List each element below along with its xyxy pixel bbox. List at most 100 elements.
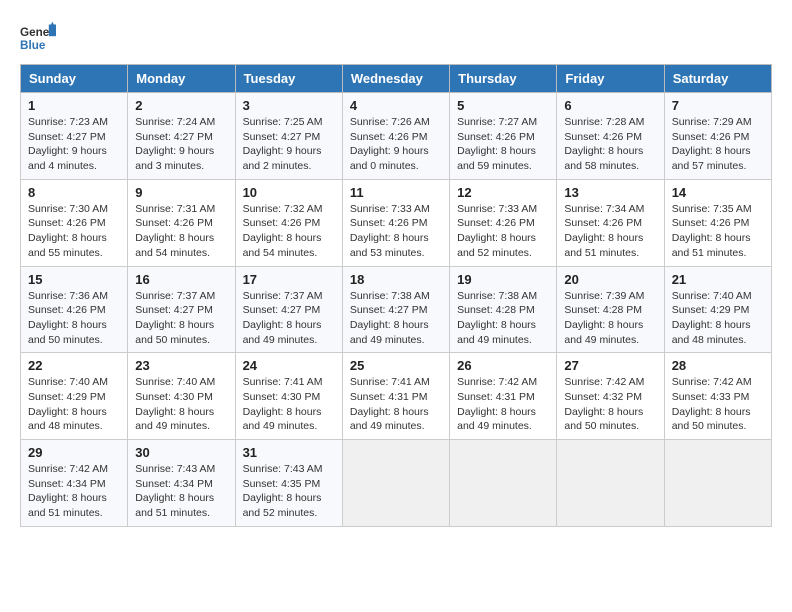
day-number: 12 (457, 185, 549, 200)
day-number: 21 (672, 272, 764, 287)
day-info: Sunrise: 7:30 AMSunset: 4:26 PMDaylight:… (28, 202, 120, 261)
logo-icon: General Blue (20, 20, 56, 56)
day-info: Sunrise: 7:23 AMSunset: 4:27 PMDaylight:… (28, 115, 120, 174)
calendar-cell: 21 Sunrise: 7:40 AMSunset: 4:29 PMDayligh… (664, 266, 771, 353)
calendar-cell: 20Sunrise: 7:39 AMSunset: 4:28 PMDayligh… (557, 266, 664, 353)
day-number: 15 (28, 272, 120, 287)
calendar-cell: 17 Sunrise: 7:37 AMSunset: 4:27 PMDayligh… (235, 266, 342, 353)
day-number: 3 (243, 98, 335, 113)
logo: General Blue (20, 20, 56, 56)
day-info: Sunrise: 7:32 AMSunset: 4:26 PMDaylight:… (243, 202, 335, 261)
calendar-cell: 19 Sunrise: 7:38 AMSunset: 4:28 PMDayligh… (450, 266, 557, 353)
day-number: 6 (564, 98, 656, 113)
calendar-cell: 11Sunrise: 7:33 AMSunset: 4:26 PMDayligh… (342, 179, 449, 266)
day-info: Sunrise: 7:26 AMSunset: 4:26 PMDaylight:… (350, 115, 442, 174)
calendar-cell: 30Sunrise: 7:43 AMSunset: 4:34 PMDayligh… (128, 440, 235, 527)
day-info: Sunrise: 7:38 AMSunset: 4:27 PMDaylight:… (350, 289, 442, 348)
day-info: Sunrise: 7:41 AMSunset: 4:30 PMDaylight:… (243, 375, 335, 434)
calendar-cell: 1 Sunrise: 7:23 AMSunset: 4:27 PMDaylight… (21, 93, 128, 180)
day-number: 20 (564, 272, 656, 287)
page-header: General Blue (20, 20, 772, 56)
day-number: 11 (350, 185, 442, 200)
week-row-4: 22Sunrise: 7:40 AMSunset: 4:29 PMDayligh… (21, 353, 772, 440)
day-number: 10 (243, 185, 335, 200)
calendar-table: SundayMondayTuesdayWednesdayThursdayFrid… (20, 64, 772, 527)
day-info: Sunrise: 7:38 AMSunset: 4:28 PMDaylight:… (457, 289, 549, 348)
calendar-cell (664, 440, 771, 527)
calendar-cell: 27Sunrise: 7:42 AMSunset: 4:32 PMDayligh… (557, 353, 664, 440)
day-number: 28 (672, 358, 764, 373)
col-header-monday: Monday (128, 65, 235, 93)
calendar-cell: 4 Sunrise: 7:26 AMSunset: 4:26 PMDaylight… (342, 93, 449, 180)
day-info: Sunrise: 7:28 AMSunset: 4:26 PMDaylight:… (564, 115, 656, 174)
col-header-sunday: Sunday (21, 65, 128, 93)
calendar-cell: 31Sunrise: 7:43 AMSunset: 4:35 PMDayligh… (235, 440, 342, 527)
day-info: Sunrise: 7:42 AMSunset: 4:31 PMDaylight:… (457, 375, 549, 434)
calendar-cell: 8 Sunrise: 7:30 AMSunset: 4:26 PMDaylight… (21, 179, 128, 266)
calendar-cell: 15 Sunrise: 7:36 AMSunset: 4:26 PMDayligh… (21, 266, 128, 353)
day-info: Sunrise: 7:37 AMSunset: 4:27 PMDaylight:… (135, 289, 227, 348)
day-info: Sunrise: 7:34 AMSunset: 4:26 PMDaylight:… (564, 202, 656, 261)
calendar-cell: 3 Sunrise: 7:25 AMSunset: 4:27 PMDaylight… (235, 93, 342, 180)
day-number: 4 (350, 98, 442, 113)
week-row-5: 29 Sunrise: 7:42 AMSunset: 4:34 PMDayligh… (21, 440, 772, 527)
day-info: Sunrise: 7:37 AMSunset: 4:27 PMDaylight:… (243, 289, 335, 348)
day-number: 2 (135, 98, 227, 113)
day-number: 29 (28, 445, 120, 460)
calendar-cell: 9 Sunrise: 7:31 AMSunset: 4:26 PMDaylight… (128, 179, 235, 266)
day-info: Sunrise: 7:43 AMSunset: 4:35 PMDaylight:… (243, 462, 335, 521)
calendar-cell (342, 440, 449, 527)
day-number: 30 (135, 445, 227, 460)
day-number: 17 (243, 272, 335, 287)
calendar-cell: 7 Sunrise: 7:29 AMSunset: 4:26 PMDaylight… (664, 93, 771, 180)
day-info: Sunrise: 7:41 AMSunset: 4:31 PMDaylight:… (350, 375, 442, 434)
day-number: 18 (350, 272, 442, 287)
calendar-cell: 26 Sunrise: 7:42 AMSunset: 4:31 PMDayligh… (450, 353, 557, 440)
day-info: Sunrise: 7:35 AMSunset: 4:26 PMDaylight:… (672, 202, 764, 261)
day-number: 1 (28, 98, 120, 113)
calendar-cell: 22Sunrise: 7:40 AMSunset: 4:29 PMDayligh… (21, 353, 128, 440)
day-info: Sunrise: 7:29 AMSunset: 4:26 PMDaylight:… (672, 115, 764, 174)
day-number: 13 (564, 185, 656, 200)
day-info: Sunrise: 7:33 AMSunset: 4:26 PMDaylight:… (457, 202, 549, 261)
calendar-cell: 14 Sunrise: 7:35 AMSunset: 4:26 PMDayligh… (664, 179, 771, 266)
day-info: Sunrise: 7:40 AMSunset: 4:29 PMDaylight:… (28, 375, 120, 434)
calendar-cell: 25 Sunrise: 7:41 AMSunset: 4:31 PMDayligh… (342, 353, 449, 440)
calendar-cell (557, 440, 664, 527)
day-info: Sunrise: 7:36 AMSunset: 4:26 PMDaylight:… (28, 289, 120, 348)
day-info: Sunrise: 7:25 AMSunset: 4:27 PMDaylight:… (243, 115, 335, 174)
day-number: 23 (135, 358, 227, 373)
calendar-cell: 10 Sunrise: 7:32 AMSunset: 4:26 PMDayligh… (235, 179, 342, 266)
calendar-cell: 2 Sunrise: 7:24 AMSunset: 4:27 PMDaylight… (128, 93, 235, 180)
day-number: 5 (457, 98, 549, 113)
col-header-tuesday: Tuesday (235, 65, 342, 93)
svg-text:Blue: Blue (20, 39, 46, 52)
col-header-thursday: Thursday (450, 65, 557, 93)
day-info: Sunrise: 7:42 AMSunset: 4:34 PMDaylight:… (28, 462, 120, 521)
week-row-2: 8 Sunrise: 7:30 AMSunset: 4:26 PMDaylight… (21, 179, 772, 266)
day-info: Sunrise: 7:40 AMSunset: 4:30 PMDaylight:… (135, 375, 227, 434)
calendar-cell: 28Sunrise: 7:42 AMSunset: 4:33 PMDayligh… (664, 353, 771, 440)
col-header-wednesday: Wednesday (342, 65, 449, 93)
week-row-1: 1 Sunrise: 7:23 AMSunset: 4:27 PMDaylight… (21, 93, 772, 180)
day-number: 8 (28, 185, 120, 200)
day-number: 19 (457, 272, 549, 287)
col-header-friday: Friday (557, 65, 664, 93)
day-number: 7 (672, 98, 764, 113)
calendar-cell: 5 Sunrise: 7:27 AMSunset: 4:26 PMDaylight… (450, 93, 557, 180)
calendar-cell: 16 Sunrise: 7:37 AMSunset: 4:27 PMDayligh… (128, 266, 235, 353)
day-number: 26 (457, 358, 549, 373)
day-number: 9 (135, 185, 227, 200)
calendar-cell: 18 Sunrise: 7:38 AMSunset: 4:27 PMDayligh… (342, 266, 449, 353)
day-number: 14 (672, 185, 764, 200)
day-number: 25 (350, 358, 442, 373)
day-number: 16 (135, 272, 227, 287)
col-header-saturday: Saturday (664, 65, 771, 93)
day-info: Sunrise: 7:24 AMSunset: 4:27 PMDaylight:… (135, 115, 227, 174)
day-number: 24 (243, 358, 335, 373)
calendar-cell: 6 Sunrise: 7:28 AMSunset: 4:26 PMDaylight… (557, 93, 664, 180)
day-info: Sunrise: 7:27 AMSunset: 4:26 PMDaylight:… (457, 115, 549, 174)
day-info: Sunrise: 7:31 AMSunset: 4:26 PMDaylight:… (135, 202, 227, 261)
day-info: Sunrise: 7:40 AMSunset: 4:29 PMDaylight:… (672, 289, 764, 348)
calendar-cell: 24 Sunrise: 7:41 AMSunset: 4:30 PMDayligh… (235, 353, 342, 440)
